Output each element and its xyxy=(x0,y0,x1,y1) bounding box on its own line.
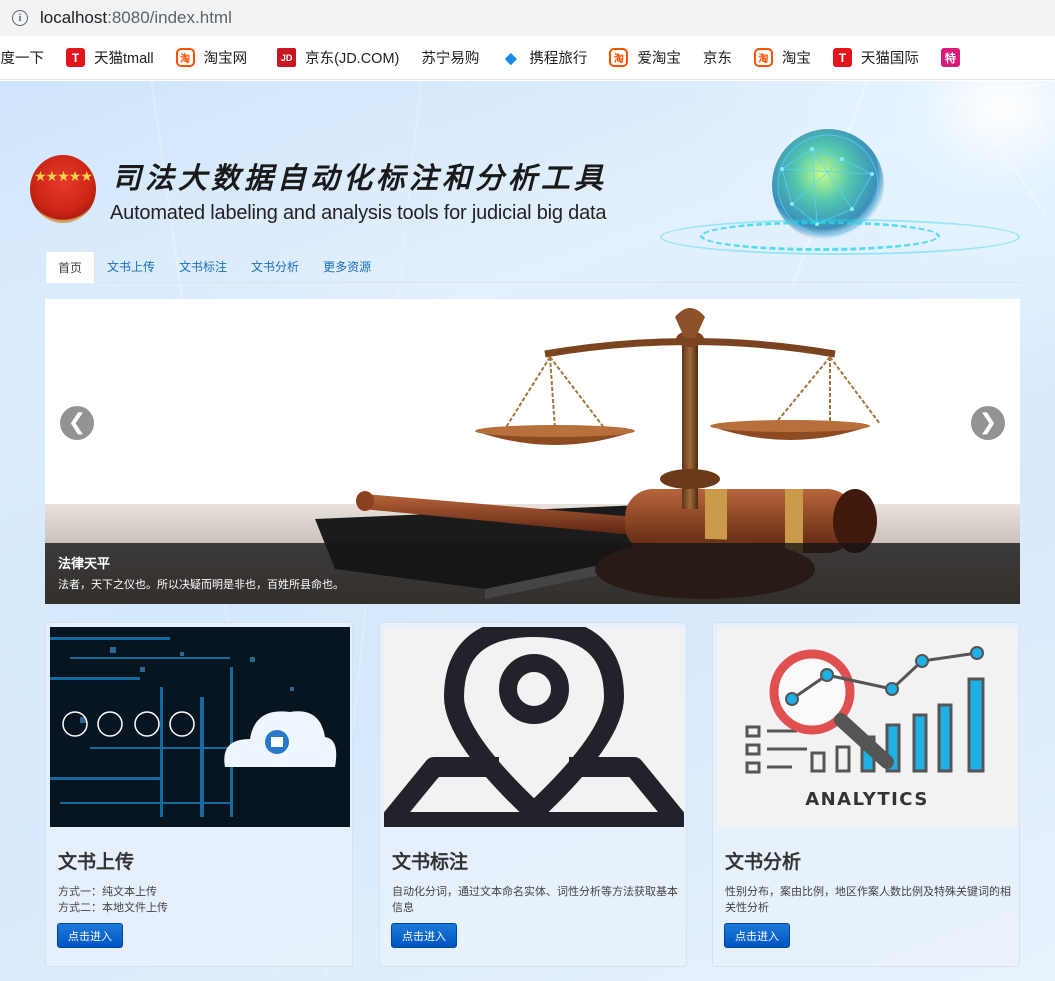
tab-2[interactable]: 文书标注 xyxy=(167,251,239,283)
bookmark-label: 百度一下 xyxy=(0,51,44,67)
info-icon[interactable]: i xyxy=(12,10,28,26)
card-title: 文书分析 xyxy=(725,851,802,873)
ctrip-icon: ◆ xyxy=(501,48,521,67)
bookmark-label: 京东(JD.COM) xyxy=(305,51,400,67)
bookmark-label: 苏宁易购 xyxy=(421,51,480,67)
address-bar[interactable]: i localhost:8080/index.html xyxy=(0,0,1055,36)
carousel-caption: 法律天平 法者，天下之仪也。所以决疑而明是非也，百姓所县命也。 xyxy=(45,543,1020,604)
carousel-next-button[interactable]: ❯ xyxy=(971,406,1005,440)
carousel: ❮ ❯ 法律天平 法者，天下之仪也。所以决疑而明是非也，百姓所县命也。 xyxy=(45,299,1020,604)
site-title-en: Automated labeling and analysis tools fo… xyxy=(110,202,607,224)
jd-icon: JD xyxy=(277,48,297,67)
bookmark-item[interactable]: 特 xyxy=(940,48,969,67)
bookmark-item[interactable]: 百度一下 xyxy=(0,47,44,68)
card-description: 方式一：纯文本上传 方式二：本地文件上传 xyxy=(58,885,168,914)
bookmark-item[interactable]: ◉苏宁易购 xyxy=(421,47,479,68)
analysis-enter-button[interactable]: 点击进入 xyxy=(724,923,790,948)
bookmark-label: 淘宝 xyxy=(781,51,811,67)
caption-text: 法者，天下之仪也。所以决疑而明是非也，百姓所县命也。 xyxy=(58,578,344,591)
bookmark-item[interactable]: JD 京东(JD.COM) xyxy=(277,47,399,68)
taobao-icon: 淘 xyxy=(175,48,195,67)
cloud-upload-image xyxy=(50,627,350,827)
url-text[interactable]: localhost:8080/index.html xyxy=(40,8,232,28)
tab-0[interactable]: 首页 xyxy=(45,251,96,283)
location-pin-image xyxy=(384,627,684,827)
svg-text:ANALYTICS: ANALYTICS xyxy=(805,789,929,810)
light-ring xyxy=(660,219,1020,255)
carousel-prev-button[interactable]: ❮ xyxy=(60,406,94,440)
card-title: 文书上传 xyxy=(58,851,135,873)
card-upload: 文书上传 方式一：纯文本上传 方式二：本地文件上传 点击进入 xyxy=(45,622,353,967)
taobao-icon: 淘 xyxy=(753,48,773,67)
card-analysis: ANALYTICS 文书分析 性别分布，案由比例，地区作案人数比例及特殊关键词的… xyxy=(712,622,1020,967)
bookmark-item[interactable]: 淘淘宝 xyxy=(753,47,811,68)
tab-4[interactable]: 更多资源 xyxy=(311,251,383,283)
bookmark-item[interactable]: ◉京东 xyxy=(703,47,732,68)
bookmark-label: 天猫tmall xyxy=(94,51,154,67)
special-icon: 特 xyxy=(940,48,960,67)
tab-3[interactable]: 文书分析 xyxy=(239,251,311,283)
bookmark-label: 天猫国际 xyxy=(860,51,919,67)
site-title-cn: 司法大数据自动化标注和分析工具 xyxy=(112,161,608,195)
tmall-icon: T xyxy=(66,48,85,67)
tmall-icon: T xyxy=(832,48,852,67)
bookmark-item[interactable]: ◆ 携程旅行 xyxy=(501,47,587,68)
bookmark-item[interactable]: 淘淘宝网 xyxy=(175,47,248,68)
taobao-icon: 淘 xyxy=(609,48,629,67)
page-background: ★★★★★ 司法大数据自动化标注和分析工具 Automated labeling… xyxy=(0,81,1055,981)
card-description: 性别分布，案由比例，地区作案人数比例及特殊关键词的相关性分析 xyxy=(725,885,1011,914)
bookmarks-bar: 百度一下T天猫tmall淘淘宝网JD京东(JD.COM)◉苏宁易购◆携程旅行淘爱… xyxy=(0,36,1055,80)
court-emblem-logo: ★★★★★ xyxy=(30,155,96,223)
card-title: 文书标注 xyxy=(392,851,469,873)
card-annotate: 文书标注 自动化分词，通过文本命名实体、词性分析等方法获取基本信息 点击进入 xyxy=(379,622,687,967)
caption-title: 法律天平 xyxy=(58,557,111,572)
bookmark-item[interactable]: T 天猫tmall xyxy=(66,47,154,68)
bookmark-label: 爱淘宝 xyxy=(637,51,681,67)
card-description: 自动化分词，通过文本命名实体、词性分析等方法获取基本信息 xyxy=(392,885,678,914)
analytics-image: ANALYTICS xyxy=(717,627,1017,827)
main-nav: 首页 文书上传 文书标注 文书分析 更多资源 xyxy=(45,251,1020,283)
bookmark-item[interactable]: T 天猫国际 xyxy=(832,47,919,68)
bookmark-label: 京东 xyxy=(702,51,732,67)
tab-1[interactable]: 文书上传 xyxy=(95,251,167,283)
annotate-enter-button[interactable]: 点击进入 xyxy=(391,923,457,948)
bookmark-label: 淘宝网 xyxy=(203,51,248,67)
upload-enter-button[interactable]: 点击进入 xyxy=(57,923,123,948)
bookmark-item[interactable]: 淘爱淘宝 xyxy=(609,47,681,68)
bookmark-label: 携程旅行 xyxy=(529,51,588,67)
